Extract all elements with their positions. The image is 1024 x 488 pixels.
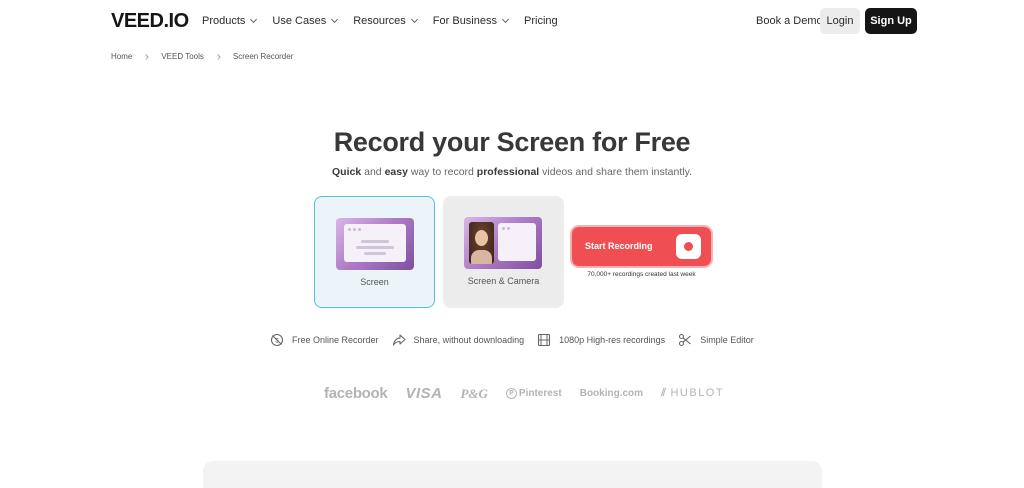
chevron-down-icon bbox=[250, 15, 258, 24]
subtitle-text-2: way to record bbox=[407, 166, 477, 178]
recordings-count-note: 70,000+ recordings created last week bbox=[587, 271, 696, 278]
breadcrumb: Home VEED Tools Screen Recorder bbox=[111, 52, 293, 61]
pinterest-logo: P Pinterest bbox=[505, 388, 562, 399]
breadcrumb-veed-tools[interactable]: VEED Tools bbox=[161, 52, 204, 61]
subtitle-professional: professional bbox=[476, 166, 540, 178]
window-illustration bbox=[498, 223, 536, 261]
customer-logos: facebook VISA P&G P Pinterest Booking.com… bbox=[324, 385, 742, 402]
nav-products[interactable]: Products bbox=[202, 15, 258, 27]
feature-editor-label: Simple Editor bbox=[700, 335, 754, 345]
nav-for-business[interactable]: For Business bbox=[432, 15, 510, 27]
login-button[interactable]: Login bbox=[820, 8, 860, 34]
nav-links: Products Use Cases Resources For Busines… bbox=[202, 15, 574, 27]
free-icon: $ bbox=[270, 333, 284, 347]
booking-logo: Booking.com bbox=[579, 388, 644, 399]
nav-for-business-label: For Business bbox=[432, 15, 497, 27]
pinterest-icon: P bbox=[505, 388, 517, 399]
page-title: Record your Screen for Free bbox=[333, 127, 691, 157]
chevron-down-icon bbox=[331, 15, 339, 24]
share-icon bbox=[392, 334, 406, 346]
start-recording-label: Start Recording bbox=[585, 241, 653, 251]
nav-resources[interactable]: Resources bbox=[353, 15, 418, 27]
feature-free: $ Free Online Recorder bbox=[270, 333, 379, 347]
feature-hd: 1080p High-res recordings bbox=[537, 333, 665, 347]
chevron-right-icon bbox=[143, 53, 150, 60]
record-icon bbox=[676, 234, 701, 259]
top-nav: VEED.IO Products Use Cases Resources For… bbox=[0, 0, 1024, 42]
hublot-icon: ⫽ bbox=[661, 387, 668, 399]
start-recording-button[interactable]: Start Recording bbox=[572, 227, 711, 266]
mode-screen-camera-card[interactable]: Screen & Camera bbox=[443, 196, 564, 308]
nav-pricing[interactable]: Pricing bbox=[524, 15, 558, 27]
chevron-down-icon bbox=[410, 15, 418, 24]
subtitle-quick: Quick bbox=[332, 166, 362, 178]
facebook-logo: facebook bbox=[324, 385, 388, 402]
breadcrumb-screen-recorder: Screen Recorder bbox=[232, 52, 294, 61]
feature-share: Share, without downloading bbox=[392, 333, 525, 347]
nav-pricing-label: Pricing bbox=[524, 15, 558, 27]
window-illustration bbox=[344, 224, 406, 262]
nav-products-label: Products bbox=[202, 15, 246, 27]
screen-illustration bbox=[336, 218, 414, 270]
pg-logo: P&G bbox=[460, 385, 488, 401]
feature-free-label: Free Online Recorder bbox=[292, 335, 379, 345]
film-icon bbox=[538, 333, 551, 347]
hublot-wordmark: HUBLOT bbox=[670, 387, 725, 399]
feature-editor: Simple Editor bbox=[678, 333, 754, 347]
pinterest-wordmark: Pinterest bbox=[518, 388, 562, 399]
breadcrumb-home[interactable]: Home bbox=[111, 52, 132, 61]
feature-hd-label: 1080p High-res recordings bbox=[559, 335, 666, 345]
feature-share-label: Share, without downloading bbox=[413, 335, 525, 345]
veed-logo[interactable]: VEED.IO bbox=[111, 10, 189, 33]
nav-use-cases[interactable]: Use Cases bbox=[272, 15, 339, 27]
next-section-panel bbox=[203, 461, 822, 488]
features-row: $ Free Online Recorder Share, without do… bbox=[270, 333, 767, 347]
scissors-icon bbox=[679, 333, 692, 347]
mode-screen-label: Screen bbox=[360, 277, 389, 287]
chevron-right-icon bbox=[215, 53, 221, 60]
nav-use-cases-label: Use Cases bbox=[272, 15, 327, 27]
visa-logo: VISA bbox=[405, 385, 443, 402]
nav-resources-label: Resources bbox=[353, 15, 406, 27]
book-demo-link[interactable]: Book a Demo bbox=[756, 15, 823, 27]
chevron-down-icon bbox=[501, 15, 510, 24]
signup-button[interactable]: Sign Up bbox=[865, 8, 917, 34]
screen-camera-illustration bbox=[464, 217, 542, 269]
subtitle-easy: easy bbox=[384, 166, 408, 178]
mode-screen-camera-label: Screen & Camera bbox=[467, 276, 540, 286]
page-subtitle: Quick and easy way to record professiona… bbox=[0, 166, 1024, 178]
hublot-logo: ⫽ HUBLOT bbox=[661, 387, 724, 400]
subtitle-text-3: videos and share them instantly. bbox=[539, 166, 692, 178]
webcam-person-image bbox=[469, 222, 494, 264]
subtitle-text-1: and bbox=[361, 166, 385, 178]
mode-screen-card[interactable]: Screen bbox=[314, 196, 435, 308]
